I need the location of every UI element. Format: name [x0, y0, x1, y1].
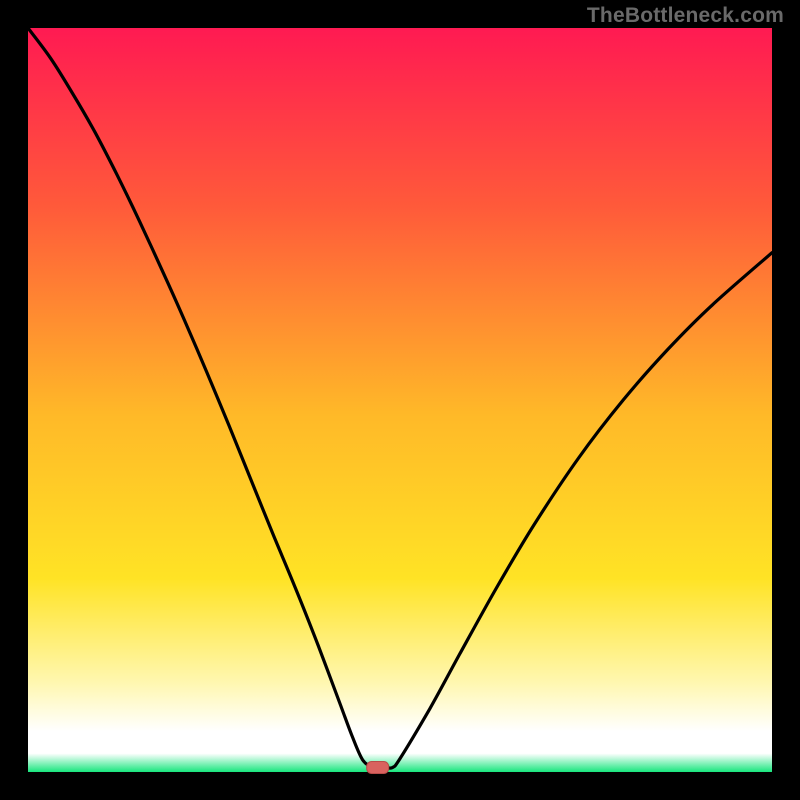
plot-gradient-background — [28, 28, 772, 772]
vertex-marker — [367, 762, 389, 774]
bottleneck-chart — [0, 0, 800, 800]
chart-frame: { "watermark": "TheBottleneck.com", "col… — [0, 0, 800, 800]
